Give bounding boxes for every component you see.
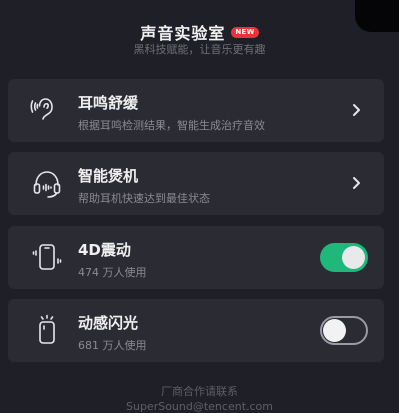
chevron-right-icon[interactable] [350, 174, 364, 192]
card-title: 动感闪光 [78, 314, 139, 332]
toggle-knob [323, 319, 346, 342]
card-title: 智能煲机 [78, 167, 139, 185]
card-subtitle: 根据耳鸣检测结果，智能生成治疗音效 [78, 119, 265, 132]
phone-flash-icon [30, 313, 64, 347]
flash-toggle[interactable] [320, 316, 368, 345]
card-title: 耳鸣舒缓 [78, 94, 139, 112]
vibration-4d-card: 4D震动 474 万人使用 [8, 226, 384, 289]
headphones-icon [30, 166, 64, 200]
phone-vibrate-icon [30, 240, 64, 274]
ear-sound-icon [30, 93, 64, 127]
usage-count: 474 万人使用 [78, 266, 147, 279]
card-title: 4D震动 [78, 241, 131, 259]
usage-count: 681 万人使用 [78, 339, 147, 352]
chevron-right-icon[interactable] [350, 101, 364, 119]
toggle-knob [342, 246, 365, 269]
header: 声音实验室 NEW 黑科技赋能，让音乐更有趣 [0, 0, 399, 64]
tinnitus-relief-card[interactable]: 耳鸣舒缓 根据耳鸣检测结果，智能生成治疗音效 [8, 79, 384, 142]
footer: 厂商合作请联系 SuperSound@tencent.com [0, 384, 399, 413]
footer-contact-label: 厂商合作请联系 [161, 385, 238, 398]
sound-lab-page: 声音实验室 NEW 黑科技赋能，让音乐更有趣 耳鸣舒缓 根据耳鸣检测结果，智能生… [0, 0, 399, 413]
card-subtitle: 帮助耳机快速达到最佳状态 [78, 192, 210, 205]
page-subtitle: 黑科技赋能，让音乐更有趣 [133, 43, 266, 56]
footer-contact-email[interactable]: SuperSound@tencent.com [0, 399, 399, 413]
smart-burn-in-card[interactable]: 智能煲机 帮助耳机快速达到最佳状态 [8, 152, 384, 215]
dynamic-flash-card: 动感闪光 681 万人使用 [8, 299, 384, 362]
vibration-toggle[interactable] [320, 243, 368, 272]
new-badge: NEW [231, 26, 259, 38]
